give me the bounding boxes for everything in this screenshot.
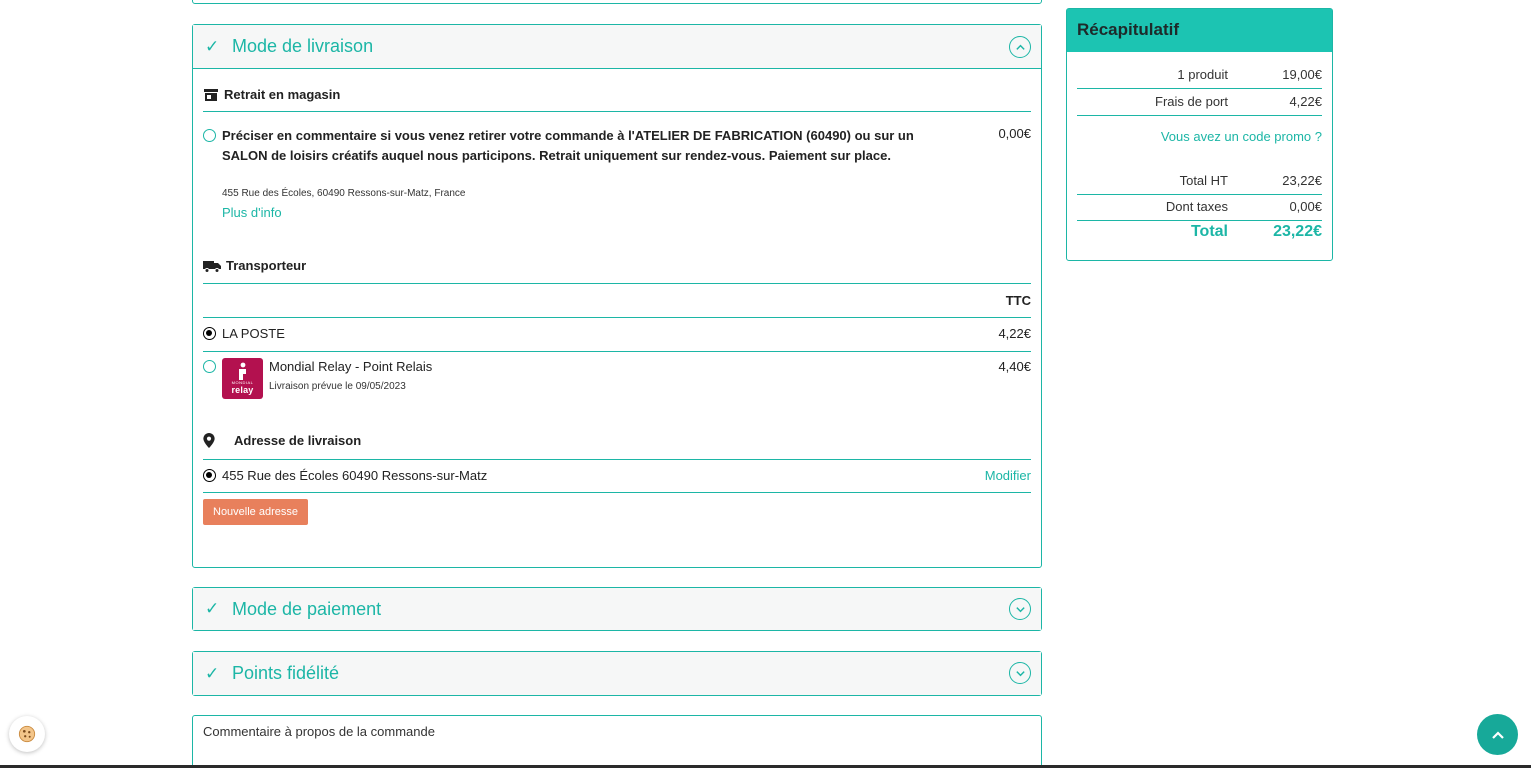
delivery-panel-title: Mode de livraison	[232, 36, 374, 56]
payment-panel: ✓ Mode de paiement	[192, 587, 1042, 631]
summary-taxes-row: Dont taxes 0,00€	[1165, 199, 1322, 214]
new-address-button[interactable]: Nouvelle adresse	[203, 499, 308, 525]
summary-products-row: 1 produit 19,00€	[1177, 67, 1322, 82]
address-heading: Adresse de livraison	[203, 433, 1031, 448]
carrier-name-la-poste: LA POSTE	[222, 326, 285, 341]
truck-icon	[203, 260, 221, 273]
delivery-panel: ✓ Mode de livraison Retrait en magasin P…	[192, 24, 1042, 568]
edit-address-link[interactable]: Modifier	[985, 468, 1031, 483]
summary-shipping-row: Frais de port 4,22€	[1155, 94, 1322, 109]
divider	[203, 283, 1031, 284]
cookie-icon[interactable]	[9, 716, 45, 752]
payment-panel-title: Mode de paiement	[232, 598, 382, 619]
more-info-link[interactable]: Plus d'info	[222, 205, 282, 220]
summary-title: Récapitulatif	[1067, 9, 1332, 52]
store-pickup-address: 455 Rue des Écoles, 60490 Ressons-sur-Ma…	[222, 188, 466, 199]
check-icon: ✓	[205, 663, 220, 683]
arrow-up-icon[interactable]	[1477, 714, 1518, 755]
loyalty-panel-header[interactable]: ✓ Points fidélité	[193, 652, 1041, 695]
carrier-price-la-poste: 4,22€	[998, 326, 1031, 341]
carrier-eta-mondial-relay: Livraison prévue le 09/05/2023	[269, 381, 406, 392]
carrier-name-mondial-relay: Mondial Relay - Point Relais	[269, 359, 433, 374]
divider	[203, 459, 1031, 460]
checkout-page: ✓ Mode de livraison Retrait en magasin P…	[0, 0, 1531, 768]
payment-panel-header[interactable]: ✓ Mode de paiement	[193, 588, 1041, 630]
store-pickup-price: 0,00€	[998, 126, 1031, 141]
store-pickup-radio[interactable]	[203, 129, 216, 142]
carrier-radio-la-poste[interactable]	[203, 327, 216, 340]
divider	[203, 351, 1031, 352]
loyalty-panel-title: Points fidélité	[232, 663, 340, 683]
summary-total-row: Total 23,22€	[1190, 223, 1322, 240]
store-pickup-heading: Retrait en magasin	[203, 87, 1031, 102]
order-summary: Récapitulatif 1 produit 19,00€ Frais de …	[1066, 8, 1333, 261]
divider	[203, 111, 1031, 112]
check-icon: ✓	[205, 599, 220, 618]
order-comment-textarea[interactable]: Commentaire à propos de la commande	[192, 715, 1042, 768]
store-icon	[204, 88, 218, 101]
map-pin-icon	[203, 433, 215, 448]
chevron-up-icon[interactable]	[1009, 36, 1031, 58]
delivery-panel-header[interactable]: ✓ Mode de livraison	[193, 25, 1041, 69]
divider	[1077, 220, 1322, 221]
carrier-heading: Transporteur	[203, 258, 1031, 273]
mondial-relay-logo: MONDIAL relay	[222, 358, 263, 399]
store-pickup-description: Préciser en commentaire si vous venez re…	[222, 128, 914, 163]
promo-code-link[interactable]: Vous avez un code promo ?	[1161, 129, 1322, 144]
check-icon: ✓	[205, 36, 220, 56]
address-radio[interactable]	[203, 469, 216, 482]
divider	[1077, 115, 1322, 116]
ttc-column-header: TTC	[1005, 293, 1031, 308]
chevron-down-icon[interactable]	[1009, 662, 1031, 684]
divider	[203, 317, 1031, 318]
carrier-price-mondial-relay: 4,40€	[998, 359, 1031, 374]
order-comment-placeholder: Commentaire à propos de la commande	[203, 724, 435, 739]
divider	[203, 492, 1031, 493]
summary-total-ht-row: Total HT 23,22€	[1179, 173, 1322, 188]
previous-step-panel	[192, 0, 1042, 4]
carrier-radio-mondial-relay[interactable]	[203, 360, 216, 373]
selected-address: 455 Rue des Écoles 60490 Ressons-sur-Mat…	[222, 468, 488, 483]
loyalty-panel: ✓ Points fidélité	[192, 651, 1042, 696]
chevron-down-icon[interactable]	[1009, 598, 1031, 620]
